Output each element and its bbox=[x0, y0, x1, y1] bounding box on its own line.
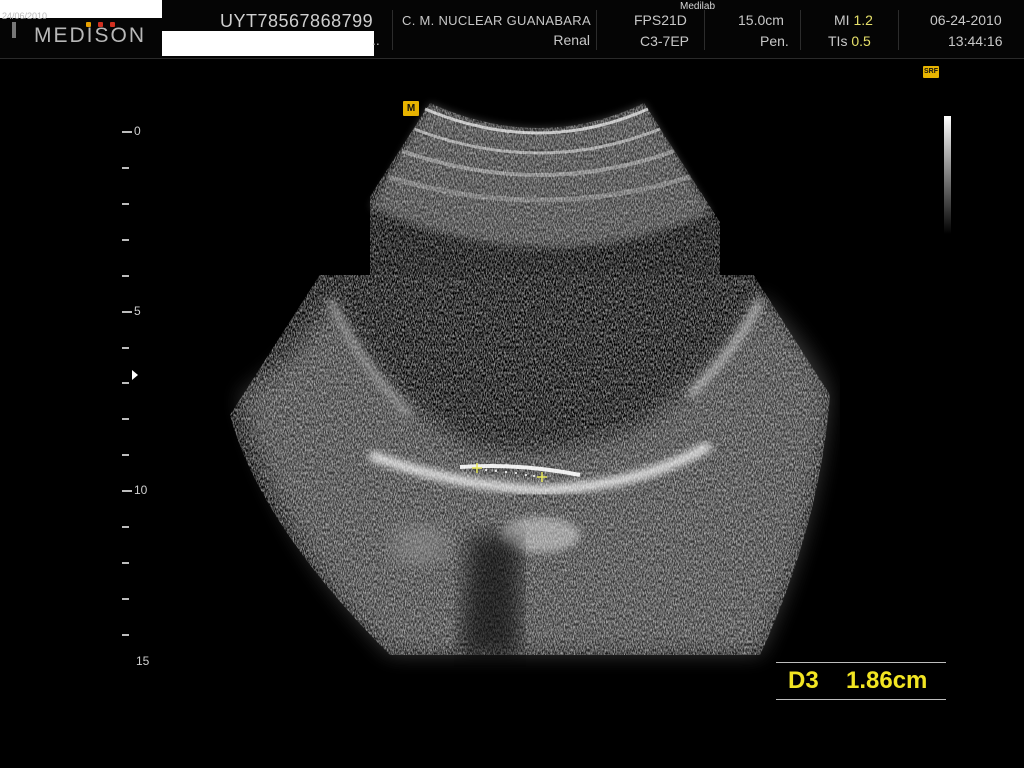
probe-preset: FPS21D bbox=[634, 12, 687, 28]
measurement-label: D3 bbox=[788, 667, 819, 694]
divider bbox=[596, 10, 597, 50]
truncation-ellipsis: .. bbox=[372, 32, 380, 48]
mi-value: 1.2 bbox=[853, 12, 873, 28]
depth-tick bbox=[122, 598, 129, 600]
mechanical-index: MI 1.2 bbox=[834, 12, 873, 28]
depth-tick bbox=[122, 239, 129, 241]
thermal-index: TIs 0.5 bbox=[828, 33, 871, 49]
grayscale-bar bbox=[944, 116, 951, 234]
depth-tick bbox=[122, 131, 132, 133]
header-bar: 24/06/2010 MEDISON UYT78567868799 .. C. … bbox=[0, 0, 1024, 59]
exam-time: 13:44:16 bbox=[948, 33, 1003, 49]
institution-name: C. M. NUCLEAR GUANABARA bbox=[402, 13, 591, 28]
depth-tick bbox=[122, 454, 129, 456]
divider bbox=[800, 10, 801, 50]
depth-tick bbox=[122, 167, 129, 169]
exam-date: 06-24-2010 bbox=[930, 12, 1002, 28]
logo-mark bbox=[12, 22, 16, 38]
srf-badge: SRF bbox=[923, 66, 939, 78]
tis-value: 0.5 bbox=[851, 33, 871, 49]
top-date-fragment: 24/06/2010 bbox=[2, 11, 48, 21]
logo: MEDISON bbox=[34, 24, 147, 47]
ultrasound-image bbox=[230, 103, 830, 655]
abdominal-wall bbox=[370, 103, 720, 275]
measurement-readout: D3 1.86cm bbox=[776, 662, 946, 700]
deep-tissue bbox=[230, 275, 830, 655]
depth-scale: 0 5 10 15 bbox=[110, 120, 170, 680]
divider bbox=[704, 10, 705, 50]
redacted-patient-name bbox=[162, 31, 374, 56]
site-label: Medilab bbox=[680, 1, 716, 12]
depth-tick bbox=[122, 526, 129, 528]
depth-value: 15.0cm bbox=[738, 12, 784, 28]
measurement-value: 1.86cm bbox=[846, 667, 928, 694]
probe-name: C3-7EP bbox=[640, 33, 690, 49]
depth-tick bbox=[122, 634, 129, 636]
depth-tick bbox=[122, 562, 129, 564]
mi-label: MI bbox=[834, 12, 850, 28]
exam-type: Renal bbox=[553, 32, 590, 48]
depth-tick bbox=[122, 490, 132, 492]
divider bbox=[898, 10, 899, 50]
depth-label-15: 15 bbox=[136, 654, 150, 668]
divider bbox=[392, 10, 393, 50]
logo-dots bbox=[86, 14, 136, 27]
depth-label-10: 10 bbox=[134, 483, 148, 497]
depth-tick bbox=[122, 203, 129, 205]
depth-tick bbox=[122, 275, 129, 277]
focus-marker bbox=[132, 370, 138, 380]
depth-tick bbox=[122, 418, 129, 420]
depth-tick bbox=[122, 347, 129, 349]
tis-label: TIs bbox=[828, 33, 848, 49]
patient-id: UYT78567868799 bbox=[220, 11, 374, 31]
depth-tick bbox=[122, 382, 129, 384]
depth-label-5: 5 bbox=[134, 304, 141, 318]
depth-label-0: 0 bbox=[134, 124, 141, 138]
depth-tick bbox=[122, 311, 132, 313]
image-mode: Pen. bbox=[760, 33, 789, 49]
